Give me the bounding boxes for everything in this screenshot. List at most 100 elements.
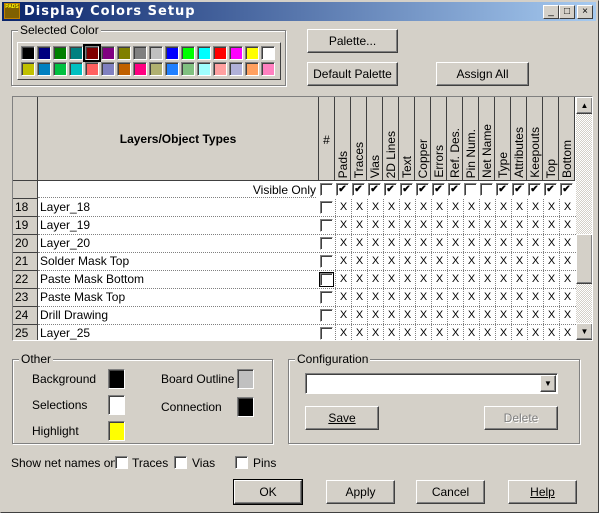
column-header[interactable]: Traces	[351, 97, 367, 181]
color-swatch[interactable]	[21, 62, 35, 76]
cell-mark[interactable]: X	[479, 235, 495, 252]
cell-mark[interactable]: X	[463, 253, 479, 270]
visible-only-checkbox[interactable]: ✔	[528, 183, 541, 196]
cell-mark[interactable]: X	[543, 217, 559, 234]
cell-mark[interactable]: X	[335, 307, 351, 324]
close-button[interactable]: ×	[577, 5, 593, 19]
cell-mark[interactable]: X	[447, 271, 463, 288]
cell-mark[interactable]: X	[479, 199, 495, 216]
ok-button[interactable]: OK	[233, 479, 303, 505]
visible-only-checkbox[interactable]: ✔	[352, 183, 365, 196]
visible-only-checkbox[interactable]: ✔	[432, 183, 445, 196]
color-swatch[interactable]	[69, 62, 83, 76]
cell-mark[interactable]: X	[431, 289, 447, 306]
cell-mark[interactable]: X	[495, 325, 511, 340]
row-checkbox[interactable]	[320, 255, 333, 268]
cell-mark[interactable]: X	[527, 235, 543, 252]
color-swatch[interactable]	[165, 62, 179, 76]
cell-mark[interactable]: X	[431, 235, 447, 252]
cell-mark[interactable]: X	[415, 253, 431, 270]
cell-mark[interactable]: X	[335, 325, 351, 340]
cell-mark[interactable]: X	[335, 271, 351, 288]
color-swatch[interactable]	[229, 46, 243, 60]
other-color-swatch[interactable]	[108, 421, 125, 441]
color-swatch[interactable]	[117, 62, 131, 76]
visible-only-checkbox[interactable]: ✔	[400, 183, 413, 196]
cell-mark[interactable]: X	[335, 217, 351, 234]
cell-mark[interactable]: X	[559, 289, 575, 306]
cell-mark[interactable]: X	[367, 253, 383, 270]
column-header[interactable]: Vias	[367, 97, 383, 181]
cell-mark[interactable]: X	[399, 307, 415, 324]
column-header[interactable]: Top	[543, 97, 559, 181]
cell-mark[interactable]: X	[527, 325, 543, 340]
cell-mark[interactable]: X	[543, 289, 559, 306]
visible-only-checkbox[interactable]: ✔	[448, 183, 461, 196]
cell-mark[interactable]: X	[447, 253, 463, 270]
color-swatch[interactable]	[69, 46, 83, 60]
visible-only-checkbox[interactable]: ✔	[496, 183, 509, 196]
cell-mark[interactable]: X	[351, 307, 367, 324]
save-button[interactable]: Save	[305, 406, 379, 430]
cell-mark[interactable]: X	[399, 271, 415, 288]
cell-mark[interactable]: X	[383, 199, 399, 216]
column-header[interactable]: Pin Num.	[463, 97, 479, 181]
other-color-swatch[interactable]	[237, 397, 254, 417]
visible-only-checkbox[interactable]: ✔	[336, 183, 349, 196]
color-swatch[interactable]	[181, 62, 195, 76]
cell-mark[interactable]: X	[447, 235, 463, 252]
visible-only-checkbox[interactable]: ✔	[544, 183, 557, 196]
cell-mark[interactable]: X	[527, 199, 543, 216]
cell-mark[interactable]: X	[351, 271, 367, 288]
palette-button[interactable]: Palette...	[307, 29, 398, 53]
color-swatch[interactable]	[245, 62, 259, 76]
cell-mark[interactable]: X	[495, 271, 511, 288]
cell-mark[interactable]: X	[367, 307, 383, 324]
visible-only-hash-checkbox[interactable]	[320, 183, 333, 196]
cell-mark[interactable]: X	[447, 199, 463, 216]
default-palette-button[interactable]: Default Palette	[307, 62, 398, 86]
color-swatch[interactable]	[133, 62, 147, 76]
cell-mark[interactable]: X	[495, 253, 511, 270]
cell-mark[interactable]: X	[543, 307, 559, 324]
cell-mark[interactable]: X	[431, 217, 447, 234]
cell-mark[interactable]: X	[367, 271, 383, 288]
other-color-swatch[interactable]	[237, 369, 254, 389]
assign-all-button[interactable]: Assign All	[436, 62, 529, 86]
cell-mark[interactable]: X	[463, 289, 479, 306]
cell-mark[interactable]: X	[479, 289, 495, 306]
cell-mark[interactable]: X	[431, 307, 447, 324]
color-swatch[interactable]	[149, 62, 163, 76]
cell-mark[interactable]: X	[527, 289, 543, 306]
cell-mark[interactable]: X	[511, 271, 527, 288]
pins-checkbox[interactable]	[235, 456, 248, 469]
row-checkbox[interactable]	[319, 272, 334, 287]
cell-mark[interactable]: X	[511, 325, 527, 340]
cell-mark[interactable]: X	[351, 289, 367, 306]
cell-mark[interactable]: X	[399, 217, 415, 234]
cell-mark[interactable]: X	[463, 235, 479, 252]
color-swatch[interactable]	[181, 46, 195, 60]
column-header[interactable]: Text	[399, 97, 415, 181]
chevron-down-icon[interactable]: ▼	[540, 375, 556, 392]
cell-mark[interactable]: X	[415, 199, 431, 216]
cell-mark[interactable]: X	[367, 325, 383, 340]
column-header[interactable]: Pads	[335, 97, 351, 181]
cell-mark[interactable]: X	[495, 307, 511, 324]
row-checkbox[interactable]	[320, 291, 333, 304]
row-checkbox[interactable]	[320, 327, 333, 340]
visible-only-checkbox[interactable]: ✔	[368, 183, 381, 196]
color-swatch[interactable]	[83, 44, 101, 62]
cell-mark[interactable]: X	[415, 217, 431, 234]
cell-mark[interactable]: X	[367, 217, 383, 234]
column-header[interactable]: Errors	[431, 97, 447, 181]
color-swatch[interactable]	[197, 62, 211, 76]
column-header[interactable]: Ref. Des.	[447, 97, 463, 181]
color-swatch[interactable]	[101, 46, 115, 60]
color-swatch[interactable]	[165, 46, 179, 60]
cell-mark[interactable]: X	[559, 307, 575, 324]
cell-mark[interactable]: X	[543, 253, 559, 270]
cell-mark[interactable]: X	[447, 217, 463, 234]
cell-mark[interactable]: X	[495, 235, 511, 252]
cell-mark[interactable]: X	[479, 307, 495, 324]
